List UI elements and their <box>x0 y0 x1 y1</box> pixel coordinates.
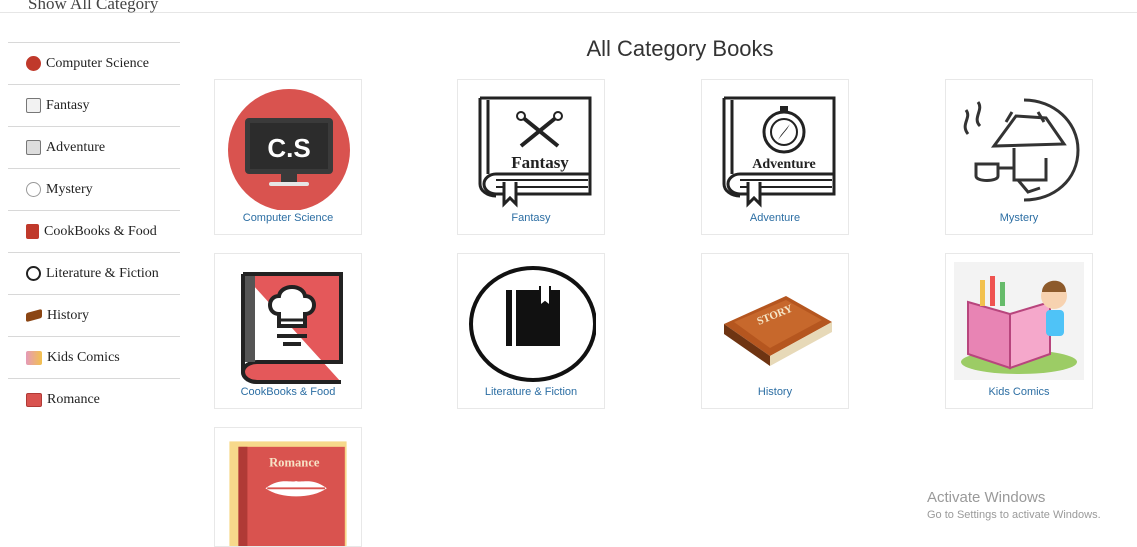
category-card-mystery[interactable]: Mystery <box>945 79 1093 235</box>
sidebar-item-cookbooks[interactable]: CookBooks & Food <box>8 210 180 252</box>
fantasy-art-text: Fantasy <box>511 153 569 172</box>
fantasy-book-icon <box>26 98 41 113</box>
cs-art-text: C.S <box>267 133 310 163</box>
sidebar-item-label: Mystery <box>46 181 93 197</box>
category-card-literature[interactable]: Literature & Fiction <box>457 253 605 409</box>
sidebar-item-label: Computer Science <box>46 55 150 71</box>
sidebar-item-mystery[interactable]: Mystery <box>8 168 180 210</box>
sidebar-item-adventure[interactable]: Adventure <box>8 126 180 168</box>
category-list: Computer Science Fantasy Adventure Myste… <box>8 42 180 420</box>
top-divider <box>0 12 1137 13</box>
card-caption[interactable]: Kids Comics <box>946 386 1092 398</box>
category-card-romance[interactable]: Romance <box>214 427 362 547</box>
category-card-kids-comics[interactable]: Kids Comics <box>945 253 1093 409</box>
category-card-cookbooks[interactable]: CookBooks & Food <box>214 253 362 409</box>
card-caption[interactable]: Fantasy <box>458 212 604 224</box>
romance-book-icon <box>26 392 42 407</box>
category-card-computer-science[interactable]: C.S Computer Science <box>214 79 362 235</box>
card-caption[interactable]: Literature & Fiction <box>458 386 604 398</box>
sidebar-item-kids-comics[interactable]: Kids Comics <box>8 336 180 378</box>
sidebar-item-label: Adventure <box>46 139 106 155</box>
mystery-icon <box>26 182 41 197</box>
sidebar-item-romance[interactable]: Romance <box>8 378 180 420</box>
adventure-art-text: Adventure <box>752 157 816 172</box>
sidebar-item-label: CookBooks & Food <box>44 223 157 239</box>
cs-monitor-icon: C.S <box>228 89 350 210</box>
sidebar-header: Show All Category <box>28 0 159 13</box>
kids-reading-icon <box>954 262 1084 380</box>
page-title: All Category Books <box>586 36 774 61</box>
category-card-adventure[interactable]: Adventure Adventure <box>701 79 849 235</box>
fantasy-book-icon: Fantasy <box>478 96 592 208</box>
cookbook-icon <box>26 224 39 239</box>
card-caption[interactable]: CookBooks & Food <box>215 386 361 398</box>
card-caption[interactable]: History <box>702 386 848 398</box>
romance-book-icon: Romance <box>229 441 347 546</box>
sidebar-item-label: Fantasy <box>46 97 90 113</box>
romance-art-text: Romance <box>269 456 320 470</box>
card-caption[interactable]: Computer Science <box>215 212 361 224</box>
sidebar-item-label: Romance <box>47 391 100 407</box>
card-caption[interactable]: Mystery <box>946 212 1092 224</box>
sidebar-item-fantasy[interactable]: Fantasy <box>8 84 180 126</box>
sidebar-item-literature[interactable]: Literature & Fiction <box>8 252 180 294</box>
kids-comics-icon <box>26 350 42 365</box>
adventure-book-icon <box>26 140 41 155</box>
literature-book-icon <box>469 266 596 382</box>
watermark-subtitle: Go to Settings to activate Windows. <box>927 509 1101 521</box>
sidebar-item-computer-science[interactable]: Computer Science <box>8 42 180 84</box>
category-card-history[interactable]: STORY History <box>701 253 849 409</box>
adventure-book-icon: Adventure <box>722 96 836 208</box>
sidebar-item-history[interactable]: History <box>8 294 180 336</box>
sidebar-item-label: Kids Comics <box>47 349 120 365</box>
history-book-icon <box>26 308 42 323</box>
chef-hat-book-icon <box>241 272 343 384</box>
literature-book-icon <box>26 266 41 281</box>
sidebar-item-label: History <box>47 307 89 323</box>
computer-icon <box>26 56 41 71</box>
watermark-title: Activate Windows <box>927 489 1046 506</box>
detective-icon <box>963 98 1080 202</box>
category-card-fantasy[interactable]: Fantasy Fantasy <box>457 79 605 235</box>
card-caption[interactable]: Adventure <box>702 212 848 224</box>
sidebar-item-label: Literature & Fiction <box>46 265 159 281</box>
history-book-icon: STORY <box>724 296 832 366</box>
activate-windows-watermark: Activate Windows Go to Settings to activ… <box>927 489 1101 521</box>
